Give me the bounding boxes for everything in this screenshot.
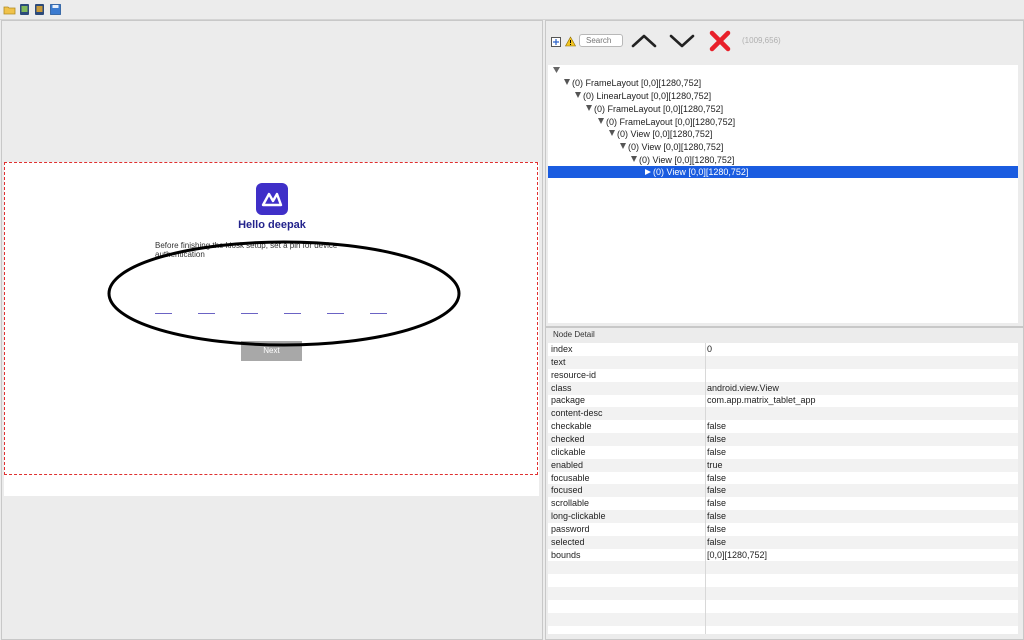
detail-key: long-clickable <box>551 511 606 522</box>
detail-row[interactable] <box>548 561 1018 575</box>
detail-value[interactable]: false <box>707 497 726 510</box>
detail-value[interactable]: false <box>707 510 726 523</box>
tree-node[interactable]: (0) View [0,0][1280,752] <box>620 141 723 153</box>
detail-key: scrollable <box>551 498 590 509</box>
column-divider[interactable] <box>705 343 706 634</box>
annotation-ellipse <box>107 240 461 347</box>
search-input[interactable] <box>579 34 623 47</box>
detail-row[interactable]: selected false <box>548 535 1018 549</box>
detail-row[interactable] <box>548 587 1018 601</box>
detail-key: enabled <box>551 459 584 470</box>
detail-row[interactable]: enabled true <box>548 458 1018 472</box>
detail-row[interactable]: long-clickable false <box>548 510 1018 524</box>
node-detail-title: Node Detail <box>553 330 595 339</box>
detail-key: bounds <box>551 549 581 560</box>
detail-key: selected <box>551 536 585 547</box>
app-logo <box>256 183 288 215</box>
detail-row[interactable] <box>548 574 1018 587</box>
detail-row[interactable]: package com.app.matrix_tablet_app <box>548 394 1018 407</box>
tree-node[interactable]: (0) FrameLayout [0,0][1280,752] <box>598 116 735 128</box>
detail-value[interactable]: false <box>707 536 726 549</box>
detail-row[interactable]: resource-id <box>548 369 1018 382</box>
device-screenshot-compressed-icon[interactable] <box>33 3 46 16</box>
detail-key: class <box>551 382 572 393</box>
detail-value[interactable]: com.app.matrix_tablet_app <box>707 394 816 407</box>
greeting-title: Hello deepak <box>238 219 306 231</box>
detail-key: index <box>551 344 573 354</box>
detail-row[interactable]: checked false <box>548 432 1018 446</box>
tree-node[interactable]: (0) FrameLayout [0,0][1280,752] <box>586 103 723 115</box>
detail-row[interactable]: clickable false <box>548 446 1018 459</box>
tree-node[interactable]: (0) View [0,0][1280,752] <box>631 154 734 166</box>
tree-node-selected[interactable]: (0) View [0,0][1280,752] <box>548 166 1018 178</box>
detail-row[interactable]: password false <box>548 523 1018 536</box>
open-folder-icon[interactable] <box>3 3 16 16</box>
detail-row[interactable]: checkable false <box>548 420 1018 433</box>
detail-key: clickable <box>551 446 586 457</box>
detail-key: content-desc <box>551 408 603 419</box>
detail-value[interactable]: [0,0][1280,752] <box>707 549 767 562</box>
detail-key: focusable <box>551 472 590 483</box>
detail-key: focused <box>551 485 583 496</box>
detail-value[interactable]: false <box>707 446 726 459</box>
close-icon[interactable] <box>709 30 731 55</box>
detail-row[interactable]: focusable false <box>548 472 1018 485</box>
toolbar <box>0 0 1024 20</box>
detail-row[interactable]: bounds [0,0][1280,752] <box>548 549 1018 562</box>
node-detail-table: index 0 text resource-id class android.view.V… <box>548 343 1018 634</box>
arrow-up-icon[interactable] <box>631 33 657 52</box>
detail-row[interactable]: focused false <box>548 484 1018 498</box>
detail-value[interactable]: android.view.View <box>707 382 779 395</box>
detail-row[interactable]: class android.view.View <box>548 381 1018 395</box>
detail-row[interactable] <box>548 612 1018 626</box>
detail-key: checked <box>551 433 585 444</box>
detail-key: resource-id <box>551 369 597 380</box>
detail-row[interactable] <box>548 600 1018 613</box>
arrow-down-icon[interactable] <box>669 33 695 52</box>
detail-key: password <box>551 523 590 534</box>
detail-key: checkable <box>551 421 592 432</box>
detail-row[interactable]: index 0 <box>548 343 1018 356</box>
tree-node[interactable]: (0) LinearLayout [0,0][1280,752] <box>575 90 711 102</box>
detail-value[interactable]: false <box>707 523 726 536</box>
detail-row[interactable]: content-desc <box>548 407 1018 421</box>
device-screenshot-icon[interactable] <box>18 3 31 16</box>
detail-value[interactable]: true <box>707 459 723 472</box>
cursor-coordinates: (1009,656) <box>742 36 781 45</box>
detail-value[interactable]: false <box>707 484 726 497</box>
detail-value[interactable]: false <box>707 420 726 433</box>
detail-key: text <box>551 356 566 367</box>
expand-all-icon[interactable] <box>551 37 561 50</box>
detail-row[interactable]: text <box>548 355 1018 369</box>
root-toggle-icon[interactable] <box>553 66 560 77</box>
tree-node[interactable]: (0) View [0,0][1280,752] <box>609 128 712 140</box>
tree-node[interactable]: (0) FrameLayout [0,0][1280,752] <box>564 77 701 89</box>
detail-value[interactable]: false <box>707 433 726 446</box>
save-icon[interactable] <box>49 3 62 16</box>
detail-row[interactable]: scrollable false <box>548 497 1018 510</box>
warning-icon[interactable] <box>564 36 577 50</box>
detail-key: package <box>551 395 586 406</box>
detail-value[interactable]: false <box>707 472 726 485</box>
detail-value[interactable]: 0 <box>707 343 712 356</box>
